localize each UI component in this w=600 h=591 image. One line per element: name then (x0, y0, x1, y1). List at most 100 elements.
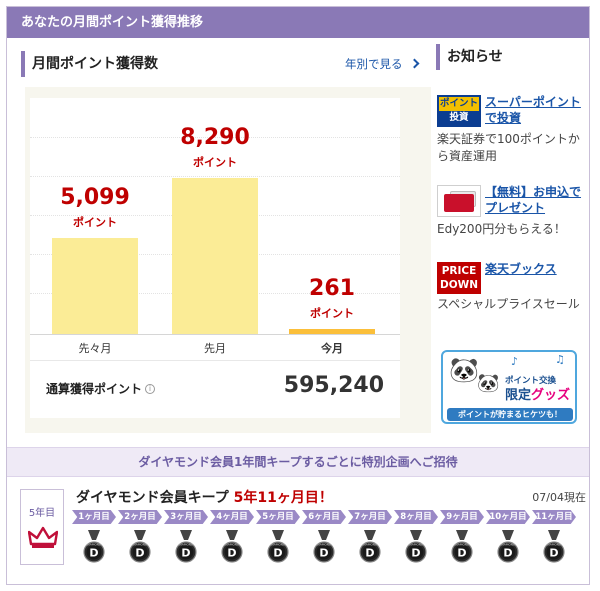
banner-limited-text: 限定 (505, 388, 532, 403)
bar-2 (172, 178, 258, 334)
banner-goods-word: グッズ (531, 388, 571, 403)
crown-icon (28, 526, 58, 548)
medal-letter: D (457, 547, 466, 560)
diamond-medal-icon: DDIAMOND (497, 530, 519, 563)
medal-caption: DIAMOND (179, 543, 194, 547)
limited-goods-banner[interactable]: 🐼 🐼 ♪ ♫ ポイント交換 限定グッズ ポイントが貯まるヒケツも！ (441, 350, 577, 424)
diamond-medal-icon: DDIAMOND (313, 530, 335, 563)
keep-title-text: ダイヤモンド会員キープ (76, 490, 229, 506)
diamond-medal-icon: DDIAMOND (129, 530, 151, 563)
news-item-invest[interactable]: ポイント 投資 スーパーポイントで投資 楽天証券で100ポイントから資産運用 (437, 95, 587, 165)
medal-letter: D (181, 547, 190, 560)
total-points-label-text: 通算獲得ポイント (46, 382, 143, 396)
month-step: 8ヶ月目 (394, 510, 438, 524)
diamond-medal-icon: DDIAMOND (359, 530, 381, 563)
medal-letter: D (273, 547, 282, 560)
bar-unit-label: ポイント (73, 216, 117, 230)
medal-caption: DIAMOND (547, 543, 562, 547)
medal-caption: DIAMOND (271, 543, 286, 547)
diamond-medal-icon: DDIAMOND (267, 530, 289, 563)
news-link-edy[interactable]: 【無料】お申込でプレゼント (485, 184, 585, 216)
banner-goods-text: 限定グッズ (505, 384, 570, 403)
medal-letter: D (411, 547, 420, 560)
diamond-year-label: 5年目 (28, 508, 56, 519)
gridline (30, 176, 400, 177)
news-desc-invest: 楽天証券で100ポイントから資産運用 (437, 132, 580, 163)
month-step: 5ヶ月目 (256, 510, 300, 524)
chevron-right-icon (409, 58, 419, 69)
total-points-value: 595,240 (283, 373, 384, 398)
panda-mascot-icon: 🐼 (449, 356, 479, 384)
month-step: 4ヶ月目 (210, 510, 254, 524)
keep-months-text: 5年11ヶ月目！ (233, 490, 333, 506)
diamond-promo-band: ダイヤモンド会員1年間キープするごとに特別企画へご招待 (7, 447, 589, 477)
bar-3 (289, 329, 375, 334)
news-item-books[interactable]: PRICE DOWN 楽天ブックス スペシャルプライスセール (437, 262, 587, 332)
medal-caption: DIAMOND (225, 543, 240, 547)
edy-card-thumbnail[interactable] (437, 185, 481, 217)
month-progress-track: 1ヶ月目 2ヶ月目 3ヶ月目 4ヶ月目 5ヶ月目 6ヶ月目 7ヶ月目 8ヶ月目 9ヶ月目 10ヶ月… (72, 510, 578, 524)
medal-caption: DIAMOND (409, 543, 424, 547)
diamond-medal-icon: DDIAMOND (543, 530, 565, 563)
thumb-text: PRICE (441, 265, 477, 277)
medal-letter: D (319, 547, 328, 560)
bar-value-label: 8,290 (180, 125, 250, 150)
music-note-icon: ♪ (511, 355, 519, 368)
month-step: 10ヶ月目 (486, 510, 530, 524)
chart-baseline (30, 334, 400, 335)
diamond-medal-icon: DDIAMOND (175, 530, 197, 563)
bar-value-label: 261 (309, 276, 355, 302)
diamond-medal-icon: DDIAMOND (221, 530, 243, 563)
news-desc-books: スペシャルプライスセール (437, 297, 580, 311)
news-link-invest[interactable]: スーパーポイントで投資 (485, 94, 585, 126)
medal-caption: DIAMOND (87, 543, 102, 547)
total-points-row: 通算獲得ポイント i 595,240 (30, 360, 400, 418)
diamond-medal-icon: DDIAMOND (451, 530, 473, 563)
panda-child-icon: 🐼 (477, 373, 500, 394)
category-label: 今月 (321, 342, 343, 355)
medal-letter: D (549, 547, 558, 560)
thumb-text: ポイント (439, 97, 479, 111)
yearly-view-link[interactable]: 年別で見る (345, 54, 419, 74)
point-invest-thumbnail[interactable]: ポイント 投資 (437, 95, 481, 127)
points-chart: 5,099 ポイント 8,290 ポイント 261 ポイント 通算獲得ポイント i 595,… (30, 98, 400, 418)
bar-unit-label: ポイント (310, 307, 354, 321)
medal-caption: DIAMOND (133, 543, 148, 547)
month-step: 3ヶ月目 (164, 510, 208, 524)
news-desc-edy: Edy200円分もらえる！ (437, 222, 566, 236)
category-label: 先月 (204, 342, 226, 355)
music-note-icon: ♫ (555, 353, 565, 366)
category-label: 先々月 (78, 342, 112, 355)
news-title: お知らせ (436, 44, 503, 70)
medal-caption: DIAMOND (501, 543, 516, 547)
medal-caption: DIAMOND (317, 543, 332, 547)
bar-value-label: 5,099 (60, 185, 130, 211)
banner-tip-text: ポイントが貯まるヒケツも！ (447, 408, 573, 421)
month-step: 2ヶ月目 (118, 510, 162, 524)
thumb-text: DOWN (439, 279, 478, 291)
month-step: 9ヶ月目 (440, 510, 484, 524)
medal-letter: D (227, 547, 236, 560)
medal-letter: D (503, 547, 512, 560)
widget-header: あなたの月間ポイント獲得推移 (7, 7, 589, 38)
as-of-date: 07/04現在 (532, 491, 586, 504)
total-points-label: 通算獲得ポイント i (46, 380, 156, 397)
news-item-edy[interactable]: 【無料】お申込でプレゼント Edy200円分もらえる！ (437, 185, 587, 245)
diamond-keep-title: ダイヤモンド会員キープ 5年11ヶ月目！ (76, 487, 333, 507)
medal-letter: D (89, 547, 98, 560)
chart-plot-area: 5,099 ポイント 8,290 ポイント 261 ポイント (30, 98, 400, 335)
diamond-year-badge: 5年目 (20, 489, 64, 565)
price-down-thumbnail[interactable]: PRICE DOWN (437, 262, 481, 294)
medal-caption: DIAMOND (363, 543, 378, 547)
news-link-books[interactable]: 楽天ブックス (485, 261, 585, 277)
info-icon[interactable]: i (145, 384, 156, 394)
medal-caption: DIAMOND (455, 543, 470, 547)
diamond-medal-icon: DDIAMOND (405, 530, 427, 563)
month-step: 11ヶ月目 (532, 510, 576, 524)
medal-letter: D (365, 547, 374, 560)
bar-1 (52, 238, 138, 334)
month-step: 6ヶ月目 (302, 510, 346, 524)
card-image (444, 194, 474, 212)
medal-letter: D (135, 547, 144, 560)
month-step: 7ヶ月目 (348, 510, 392, 524)
